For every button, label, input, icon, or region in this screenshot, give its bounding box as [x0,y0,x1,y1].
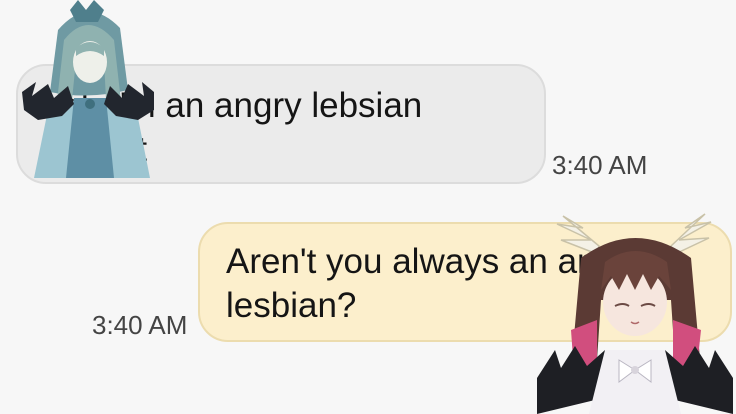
incoming-message-timestamp: 3:40 AM [552,150,648,180]
outgoing-message-timestamp: 3:40 AM [92,310,188,340]
anime-character-left-icon [22,0,154,178]
anime-character-right-icon [537,213,733,414]
